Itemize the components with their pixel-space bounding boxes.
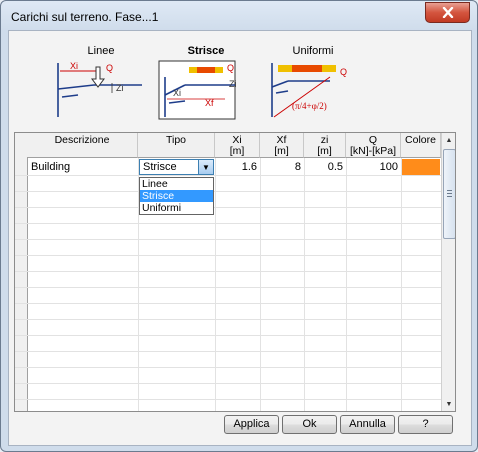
line-load-icon: Xi Q Zi [57, 61, 142, 117]
scroll-thumb[interactable] [443, 149, 455, 239]
svg-text:Zi: Zi [116, 83, 124, 93]
svg-text:Q: Q [106, 63, 113, 73]
column-header-zi[interactable]: zi [m] [304, 133, 346, 158]
dialog-client-area: Linee Xi Q Zi Strisce Q Zi Xi Xf Uniform… [8, 30, 472, 446]
tipo-selected-value: Strisce [143, 161, 177, 173]
strip-load-icon: Q Zi Xi Xf [158, 60, 237, 120]
diagram-linee[interactable]: Linee Xi Q Zi [46, 39, 156, 121]
svg-text:(π/4+φ/2): (π/4+φ/2) [292, 101, 327, 111]
annulla-button[interactable]: Annulla [340, 415, 395, 434]
dropdown-option-strisce[interactable]: Strisce [140, 190, 213, 202]
dialog-window: Carichi sul terreno. Fase...1 Linee Xi Q… [0, 0, 478, 452]
column-header-q[interactable]: Q [kN]-[kPa] [346, 133, 401, 158]
cell-xi[interactable]: 1.6 [215, 159, 257, 175]
diagram-strisce-label: Strisce [187, 45, 225, 57]
tipo-dropdown-list[interactable]: Linee Strisce Uniformi [139, 177, 214, 215]
diagram-strisce[interactable]: Strisce Q Zi Xi Xf [151, 39, 261, 121]
svg-text:Xi: Xi [70, 61, 78, 71]
column-header-descrizione[interactable]: Descrizione [27, 133, 138, 158]
column-header-xi[interactable]: Xi [m] [215, 133, 260, 158]
window-title: Carichi sul terreno. Fase...1 [11, 10, 159, 24]
title-bar[interactable]: Carichi sul terreno. Fase...1 [1, 1, 477, 31]
diagram-uniformi[interactable]: Uniformi Q (π/4+φ/2) [258, 39, 368, 121]
vertical-scrollbar[interactable]: ▲ ▼ [441, 133, 455, 411]
tipo-combobox[interactable]: Strisce ▼ [139, 159, 214, 175]
loads-table[interactable]: Descrizione Tipo Xi [m] Xf [m] zi [m] Q … [14, 132, 456, 412]
ok-button[interactable]: Ok [282, 415, 337, 434]
cell-xf[interactable]: 8 [260, 159, 301, 175]
close-icon [442, 7, 453, 18]
close-button[interactable] [425, 2, 470, 23]
uniform-load-icon: Q (π/4+φ/2) [271, 63, 347, 118]
svg-text:Q: Q [227, 63, 234, 73]
cell-descrizione[interactable]: Building [31, 159, 135, 175]
cell-colore-swatch[interactable] [402, 159, 440, 175]
svg-text:Q: Q [340, 67, 347, 77]
applica-button[interactable]: Applica [224, 415, 279, 434]
column-header-colore[interactable]: Colore [401, 133, 441, 158]
diagram-uniformi-label: Uniformi [292, 45, 334, 57]
svg-text:Zi: Zi [229, 79, 237, 89]
cell-q[interactable]: 100 [346, 159, 398, 175]
column-header-xf[interactable]: Xf [m] [260, 133, 304, 158]
svg-text:Xi: Xi [173, 88, 181, 98]
svg-text:Xf: Xf [205, 98, 214, 108]
column-header-tipo[interactable]: Tipo [138, 133, 215, 158]
dropdown-option-uniformi[interactable]: Uniformi [140, 202, 213, 214]
scroll-down-icon[interactable]: ▼ [442, 397, 455, 411]
dropdown-option-linee[interactable]: Linee [140, 178, 213, 190]
help-button[interactable]: ? [398, 415, 453, 434]
scroll-up-icon[interactable]: ▲ [442, 133, 455, 147]
diagram-linee-label: Linee [87, 45, 115, 57]
chevron-down-icon[interactable]: ▼ [198, 160, 213, 174]
cell-zi[interactable]: 0.5 [304, 159, 343, 175]
